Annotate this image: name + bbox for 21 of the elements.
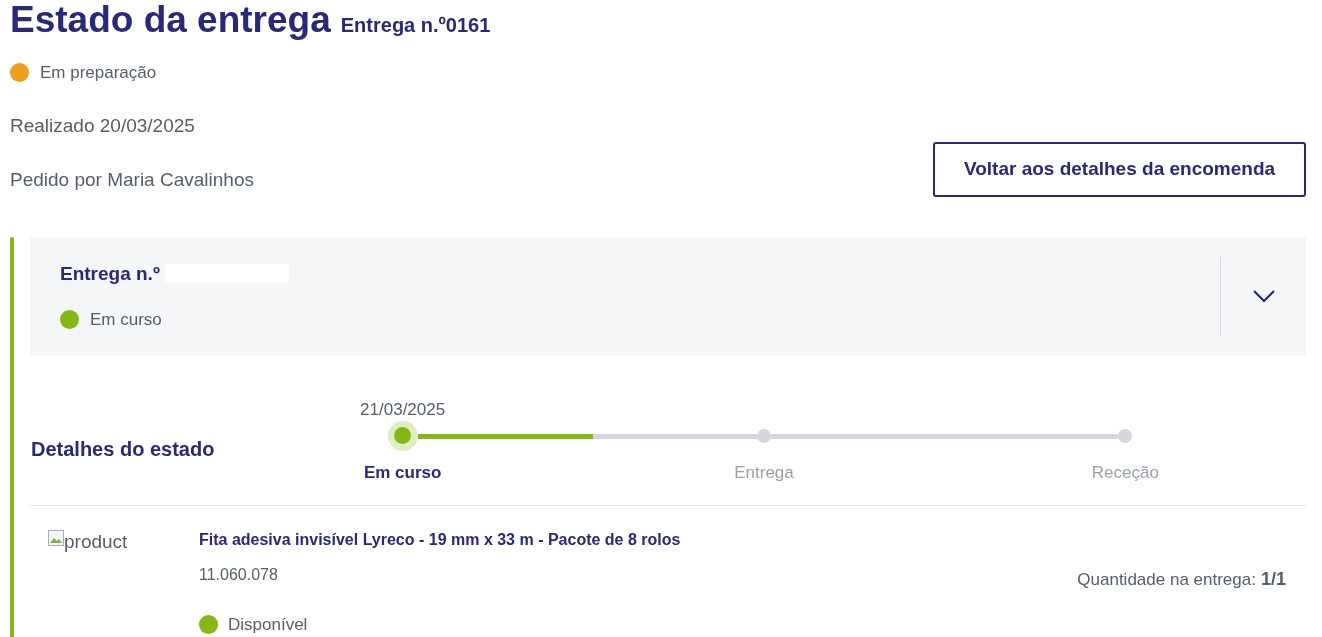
quantity-label: Quantidade na entrega: — [1077, 568, 1256, 591]
step-label: Em curso — [363, 461, 442, 484]
ordered-by: Pedido por Maria Cavalinhos — [10, 168, 255, 192]
quantity-value: 1/1 — [1260, 568, 1286, 591]
status-label: Em curso — [90, 309, 162, 331]
broken-image-icon — [48, 530, 64, 546]
product-sku: 11.060.078 — [199, 565, 279, 585]
availability-label: Disponível — [228, 614, 308, 636]
placed-date: Realizado 20/03/2025 — [10, 113, 196, 138]
step-label: Receção — [1091, 461, 1159, 484]
delivery-number: Entrega n.º0161 — [340, 13, 491, 38]
page-title: Estado da entrega — [10, 0, 331, 42]
status-label: Em preparação — [40, 62, 157, 84]
step-date: 21/03/2025 — [360, 398, 446, 421]
section-title: Detalhes do estado — [30, 436, 216, 462]
product-name[interactable]: Fita adesiva invisível Lyreco - 19 mm x 33 m - Pacote de 8 rolos — [199, 528, 1078, 552]
chevron-icon — [1251, 289, 1276, 303]
back-button[interactable]: Voltar aos detalhes da encomenda — [933, 141, 1306, 197]
broken-image: product — [48, 528, 128, 557]
delivery-title: Entrega n.º — [60, 261, 160, 286]
step-label: Entrega — [734, 461, 794, 484]
